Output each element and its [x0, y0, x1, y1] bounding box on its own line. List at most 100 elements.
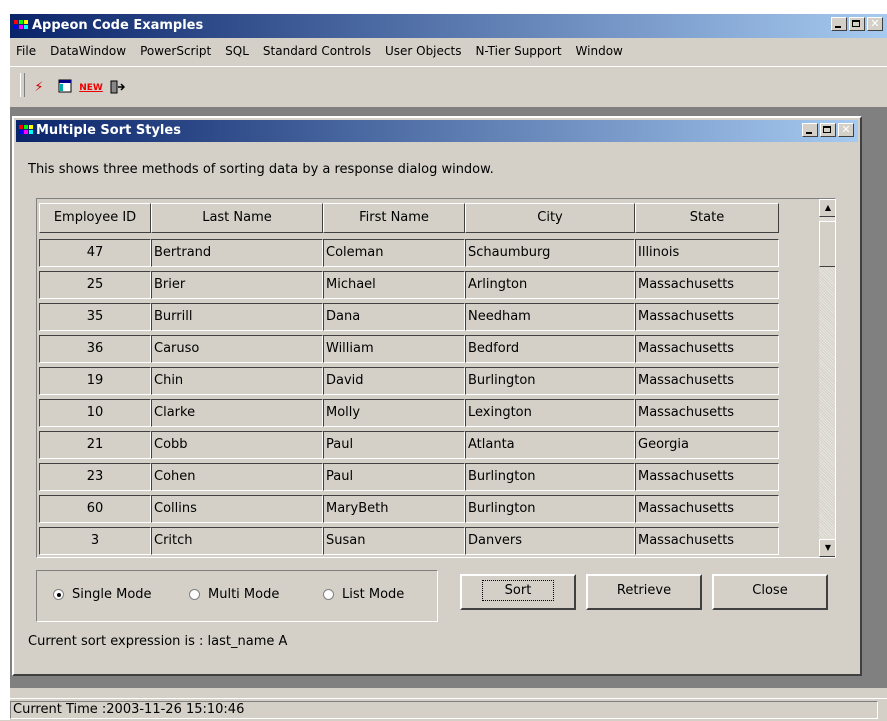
window-icon[interactable]: [56, 79, 74, 97]
cell-city[interactable]: Lexington: [465, 399, 635, 427]
column-header-first-name[interactable]: First Name: [323, 203, 465, 233]
toolbar-grip[interactable]: [20, 73, 25, 97]
child-maximize-button[interactable]: [820, 123, 836, 137]
sort-button[interactable]: Sort: [460, 574, 576, 610]
column-header-city[interactable]: City: [465, 203, 635, 233]
cell-first-name[interactable]: David: [323, 367, 465, 395]
minimize-button[interactable]: [831, 17, 847, 31]
employee-datawindow[interactable]: Employee ID Last Name First Name City St…: [36, 198, 836, 558]
child-title: Multiple Sort Styles: [36, 123, 181, 138]
menu-window[interactable]: Window: [570, 44, 631, 58]
cell-state[interactable]: Massachusetts: [635, 303, 779, 331]
child-minimize-button[interactable]: [802, 123, 818, 137]
radio-single-label: Single Mode: [72, 587, 152, 602]
cell-state[interactable]: Illinois: [635, 239, 779, 267]
retrieve-button[interactable]: Retrieve: [586, 574, 702, 610]
cell-last-name[interactable]: Critch: [151, 527, 323, 555]
cell-employee-id[interactable]: 60: [39, 495, 151, 523]
menu-standard-controls[interactable]: Standard Controls: [257, 44, 379, 58]
column-header-state[interactable]: State: [635, 203, 779, 233]
cell-last-name[interactable]: Brier: [151, 271, 323, 299]
cell-state[interactable]: Massachusetts: [635, 367, 779, 395]
menu-sql[interactable]: SQL: [219, 44, 257, 58]
cell-state[interactable]: Massachusetts: [635, 335, 779, 363]
child-close-button[interactable]: ✕: [838, 123, 854, 137]
menu-powerscript[interactable]: PowerScript: [134, 44, 219, 58]
cell-city[interactable]: Danvers: [465, 527, 635, 555]
menu-n-tier-support[interactable]: N-Tier Support: [469, 44, 569, 58]
radio-single-dot[interactable]: [53, 589, 64, 600]
cell-employee-id[interactable]: 23: [39, 463, 151, 491]
menu-user-objects[interactable]: User Objects: [379, 44, 470, 58]
cell-state[interactable]: Georgia: [635, 431, 779, 459]
cell-city[interactable]: Bedford: [465, 335, 635, 363]
cell-city[interactable]: Schaumburg: [465, 239, 635, 267]
cell-employee-id[interactable]: 36: [39, 335, 151, 363]
cell-employee-id[interactable]: 19: [39, 367, 151, 395]
cell-first-name[interactable]: Michael: [323, 271, 465, 299]
cell-first-name[interactable]: William: [323, 335, 465, 363]
cell-state[interactable]: Massachusetts: [635, 495, 779, 523]
menu-file[interactable]: File: [10, 44, 44, 58]
cell-city[interactable]: Arlington: [465, 271, 635, 299]
cell-first-name[interactable]: Paul: [323, 463, 465, 491]
status-time: Current Time :2003-11-26 15:10:46: [10, 701, 878, 719]
grid-vertical-scrollbar[interactable]: ▲ ▼: [819, 199, 835, 557]
cell-last-name[interactable]: Bertrand: [151, 239, 323, 267]
cell-city[interactable]: Burlington: [465, 463, 635, 491]
child-title-bar[interactable]: Multiple Sort Styles ✕: [16, 120, 858, 142]
radio-list-dot[interactable]: [323, 589, 334, 600]
cell-first-name[interactable]: Susan: [323, 527, 465, 555]
cell-city[interactable]: Burlington: [465, 367, 635, 395]
cell-employee-id[interactable]: 21: [39, 431, 151, 459]
cell-last-name[interactable]: Chin: [151, 367, 323, 395]
radio-multi-dot[interactable]: [189, 589, 200, 600]
radio-multi-mode[interactable]: Multi Mode: [189, 587, 279, 602]
new-icon[interactable]: NEW: [78, 79, 104, 97]
multiple-sort-styles-window: Multiple Sort Styles ✕ This shows three …: [12, 116, 862, 676]
close-button-label: Close: [752, 583, 788, 598]
cell-first-name[interactable]: Paul: [323, 431, 465, 459]
radio-multi-label: Multi Mode: [208, 587, 280, 602]
sort-button-label: Sort: [481, 580, 555, 601]
cell-employee-id[interactable]: 35: [39, 303, 151, 331]
cell-employee-id[interactable]: 3: [39, 527, 151, 555]
status-bar: Current Time :2003-11-26 15:10:46: [10, 698, 887, 721]
cell-city[interactable]: Burlington: [465, 495, 635, 523]
cell-employee-id[interactable]: 25: [39, 271, 151, 299]
cell-last-name[interactable]: Cohen: [151, 463, 323, 491]
exit-icon[interactable]: [108, 79, 126, 97]
radio-single-mode[interactable]: Single Mode: [53, 587, 152, 602]
run-icon[interactable]: ⚡: [30, 79, 48, 97]
cell-employee-id[interactable]: 47: [39, 239, 151, 267]
cell-last-name[interactable]: Caruso: [151, 335, 323, 363]
cell-first-name[interactable]: Molly: [323, 399, 465, 427]
column-header-last-name[interactable]: Last Name: [151, 203, 323, 233]
cell-last-name[interactable]: Burrill: [151, 303, 323, 331]
cell-city[interactable]: Atlanta: [465, 431, 635, 459]
scroll-up-button[interactable]: ▲: [819, 199, 835, 217]
scroll-down-button[interactable]: ▼: [819, 539, 835, 557]
cell-last-name[interactable]: Clarke: [151, 399, 323, 427]
cell-state[interactable]: Massachusetts: [635, 399, 779, 427]
cell-first-name[interactable]: MaryBeth: [323, 495, 465, 523]
maximize-button[interactable]: [849, 17, 865, 31]
column-header-employee-id[interactable]: Employee ID: [39, 203, 151, 233]
cell-last-name[interactable]: Cobb: [151, 431, 323, 459]
desktop-strip-left: [0, 0, 10, 720]
cell-state[interactable]: Massachusetts: [635, 271, 779, 299]
app-title-bar[interactable]: Appeon Code Examples ✕: [10, 14, 887, 38]
cell-first-name[interactable]: Dana: [323, 303, 465, 331]
cell-state[interactable]: Massachusetts: [635, 463, 779, 491]
cell-city[interactable]: Needham: [465, 303, 635, 331]
cell-employee-id[interactable]: 10: [39, 399, 151, 427]
close-window-button[interactable]: ✕: [867, 17, 883, 31]
cell-state[interactable]: Massachusetts: [635, 527, 779, 555]
cell-last-name[interactable]: Collins: [151, 495, 323, 523]
scroll-thumb[interactable]: [819, 221, 835, 267]
cell-first-name[interactable]: Coleman: [323, 239, 465, 267]
radio-list-mode[interactable]: List Mode: [323, 587, 404, 602]
menu-datawindow[interactable]: DataWindow: [44, 44, 134, 58]
menu-bar: File DataWindow PowerScript SQL Standard…: [10, 40, 887, 62]
close-button[interactable]: Close: [712, 574, 828, 610]
